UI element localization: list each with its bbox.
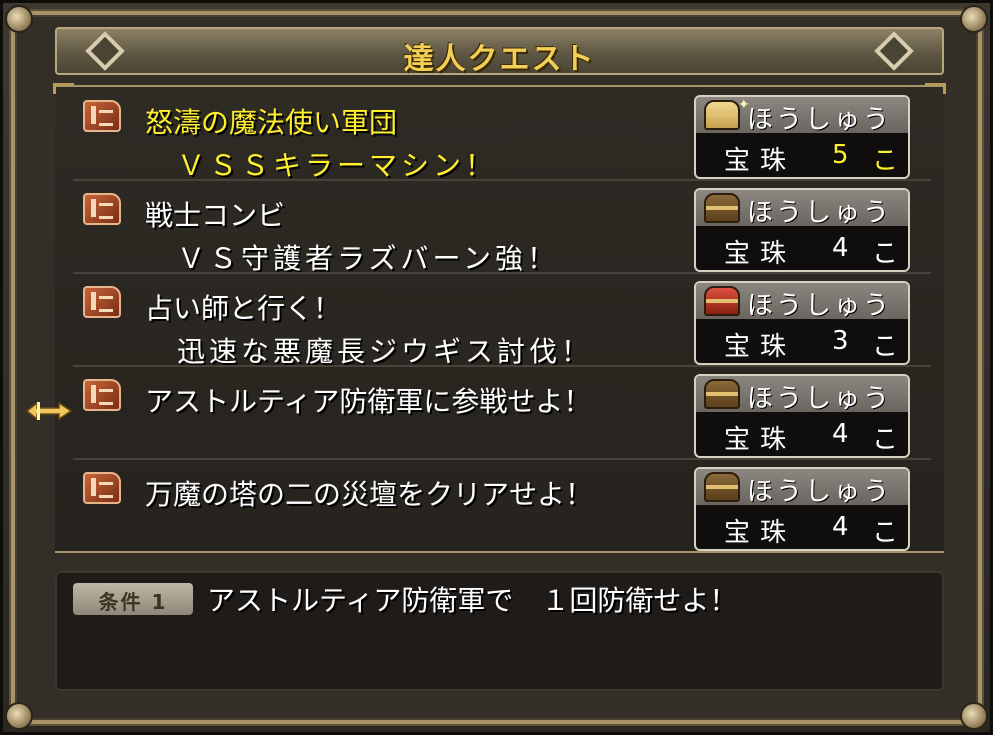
brown-chest-icon: [704, 472, 740, 502]
reward-item: 宝珠: [724, 239, 797, 269]
reward-count: 4: [832, 512, 849, 542]
corner-ornament-icon: [5, 5, 33, 33]
quest-title: アストルティア防衛軍に参戦せよ！: [145, 385, 592, 418]
quest-row[interactable]: 戦士コンビ ＶＳ守護者ラズバーン強！ ほうしゅう 宝珠 4 こ: [73, 182, 931, 275]
reward-label: ほうしゅう: [746, 105, 892, 135]
reward-box: ほうしゅう 宝珠 4 こ: [694, 374, 910, 458]
condition-text: アストルティア防衛軍で １回防衛せよ！: [207, 584, 738, 617]
reward-box: ほうしゅう 宝珠 4 こ: [694, 467, 910, 551]
selection-cursor-icon: [25, 401, 73, 421]
panel-corner-deco: [53, 83, 74, 94]
reward-item: 宝珠: [724, 332, 797, 362]
condition-panel: 条件 1 アストルティア防衛軍で １回防衛せよ！: [55, 571, 944, 691]
reward-box: ✦ ほうしゅう 宝珠 5 こ: [694, 95, 910, 179]
quest-subtitle: ＶＳ守護者ラズバーン強！: [177, 242, 560, 275]
quest-list: 怒濤の魔法使い軍団 ＶＳＳキラーマシン！ ✦ ほうしゅう 宝珠 5 こ 戦士コン…: [53, 83, 946, 553]
reward-label: ほうしゅう: [746, 198, 892, 228]
quest-scroll-icon: [83, 472, 121, 504]
row-divider: [73, 365, 931, 367]
quest-window: 達人クエスト 怒濤の魔法使い軍団 ＶＳＳキラーマシン！ ✦ ほうしゅう 宝珠 5…: [0, 0, 993, 735]
quest-title: 占い師と行く！: [145, 292, 342, 325]
brown-chest-icon: [704, 379, 740, 409]
quest-subtitle: ＶＳＳキラーマシン！: [177, 149, 498, 182]
quest-subtitle: 迅速な悪魔長ジウギス討伐！: [177, 335, 594, 368]
reward-unit: こ: [872, 332, 899, 362]
red-chest-icon: [704, 286, 740, 316]
condition-badge: 条件 1: [73, 583, 193, 615]
row-divider: [73, 272, 931, 274]
row-divider: [73, 179, 931, 181]
reward-label: ほうしゅう: [746, 384, 892, 414]
brown-chest-icon: [704, 193, 740, 223]
quest-title: 万魔の塔の二の災壇をクリアせよ！: [145, 478, 594, 511]
reward-box: ほうしゅう 宝珠 3 こ: [694, 281, 910, 365]
condition-badge-label: 条件 1: [98, 590, 168, 614]
title-bar: 達人クエスト: [55, 27, 944, 77]
corner-ornament-icon: [960, 5, 988, 33]
row-divider: [73, 458, 931, 460]
reward-count: 3: [832, 326, 849, 356]
quest-scroll-icon: [83, 100, 121, 132]
reward-count: 5: [832, 140, 849, 170]
reward-item: 宝珠: [724, 425, 797, 455]
reward-header: ほうしゅう: [696, 283, 908, 321]
reward-label: ほうしゅう: [746, 477, 892, 507]
reward-label: ほうしゅう: [746, 291, 892, 321]
reward-count: 4: [832, 419, 849, 449]
reward-body: 宝珠 3 こ: [696, 321, 908, 363]
reward-header: ✦ ほうしゅう: [696, 97, 908, 135]
reward-item: 宝珠: [724, 146, 797, 176]
quest-scroll-icon: [83, 193, 121, 225]
quest-scroll-icon: [83, 379, 121, 411]
reward-unit: こ: [872, 146, 899, 176]
reward-unit: こ: [872, 425, 899, 455]
reward-header: ほうしゅう: [696, 376, 908, 414]
quest-row[interactable]: アストルティア防衛軍に参戦せよ！ ほうしゅう 宝珠 4 こ: [73, 368, 931, 460]
reward-body: 宝珠 4 こ: [696, 414, 908, 456]
quest-scroll-icon: [83, 286, 121, 318]
reward-header: ほうしゅう: [696, 190, 908, 228]
reward-unit: こ: [872, 239, 899, 269]
reward-body: 宝珠 4 こ: [696, 507, 908, 549]
reward-box: ほうしゅう 宝珠 4 こ: [694, 188, 910, 272]
quest-row[interactable]: 万魔の塔の二の災壇をクリアせよ！ ほうしゅう 宝珠 4 こ: [73, 461, 931, 553]
quest-row[interactable]: 怒濤の魔法使い軍団 ＶＳＳキラーマシン！ ✦ ほうしゅう 宝珠 5 こ: [73, 89, 931, 182]
gold-chest-icon: [704, 100, 740, 130]
reward-header: ほうしゅう: [696, 469, 908, 507]
quest-row[interactable]: 占い師と行く！ 迅速な悪魔長ジウギス討伐！ ほうしゅう 宝珠 3 こ: [73, 275, 931, 368]
reward-body: 宝珠 4 こ: [696, 228, 908, 270]
corner-ornament-icon: [5, 702, 33, 730]
quest-title: 戦士コンビ: [145, 199, 286, 232]
corner-ornament-icon: [960, 702, 988, 730]
reward-unit: こ: [872, 518, 899, 548]
window-title: 達人クエスト: [403, 42, 596, 77]
reward-body: 宝珠 5 こ: [696, 135, 908, 177]
quest-title: 怒濤の魔法使い軍団: [145, 106, 398, 139]
reward-item: 宝珠: [724, 518, 797, 548]
reward-count: 4: [832, 233, 849, 263]
